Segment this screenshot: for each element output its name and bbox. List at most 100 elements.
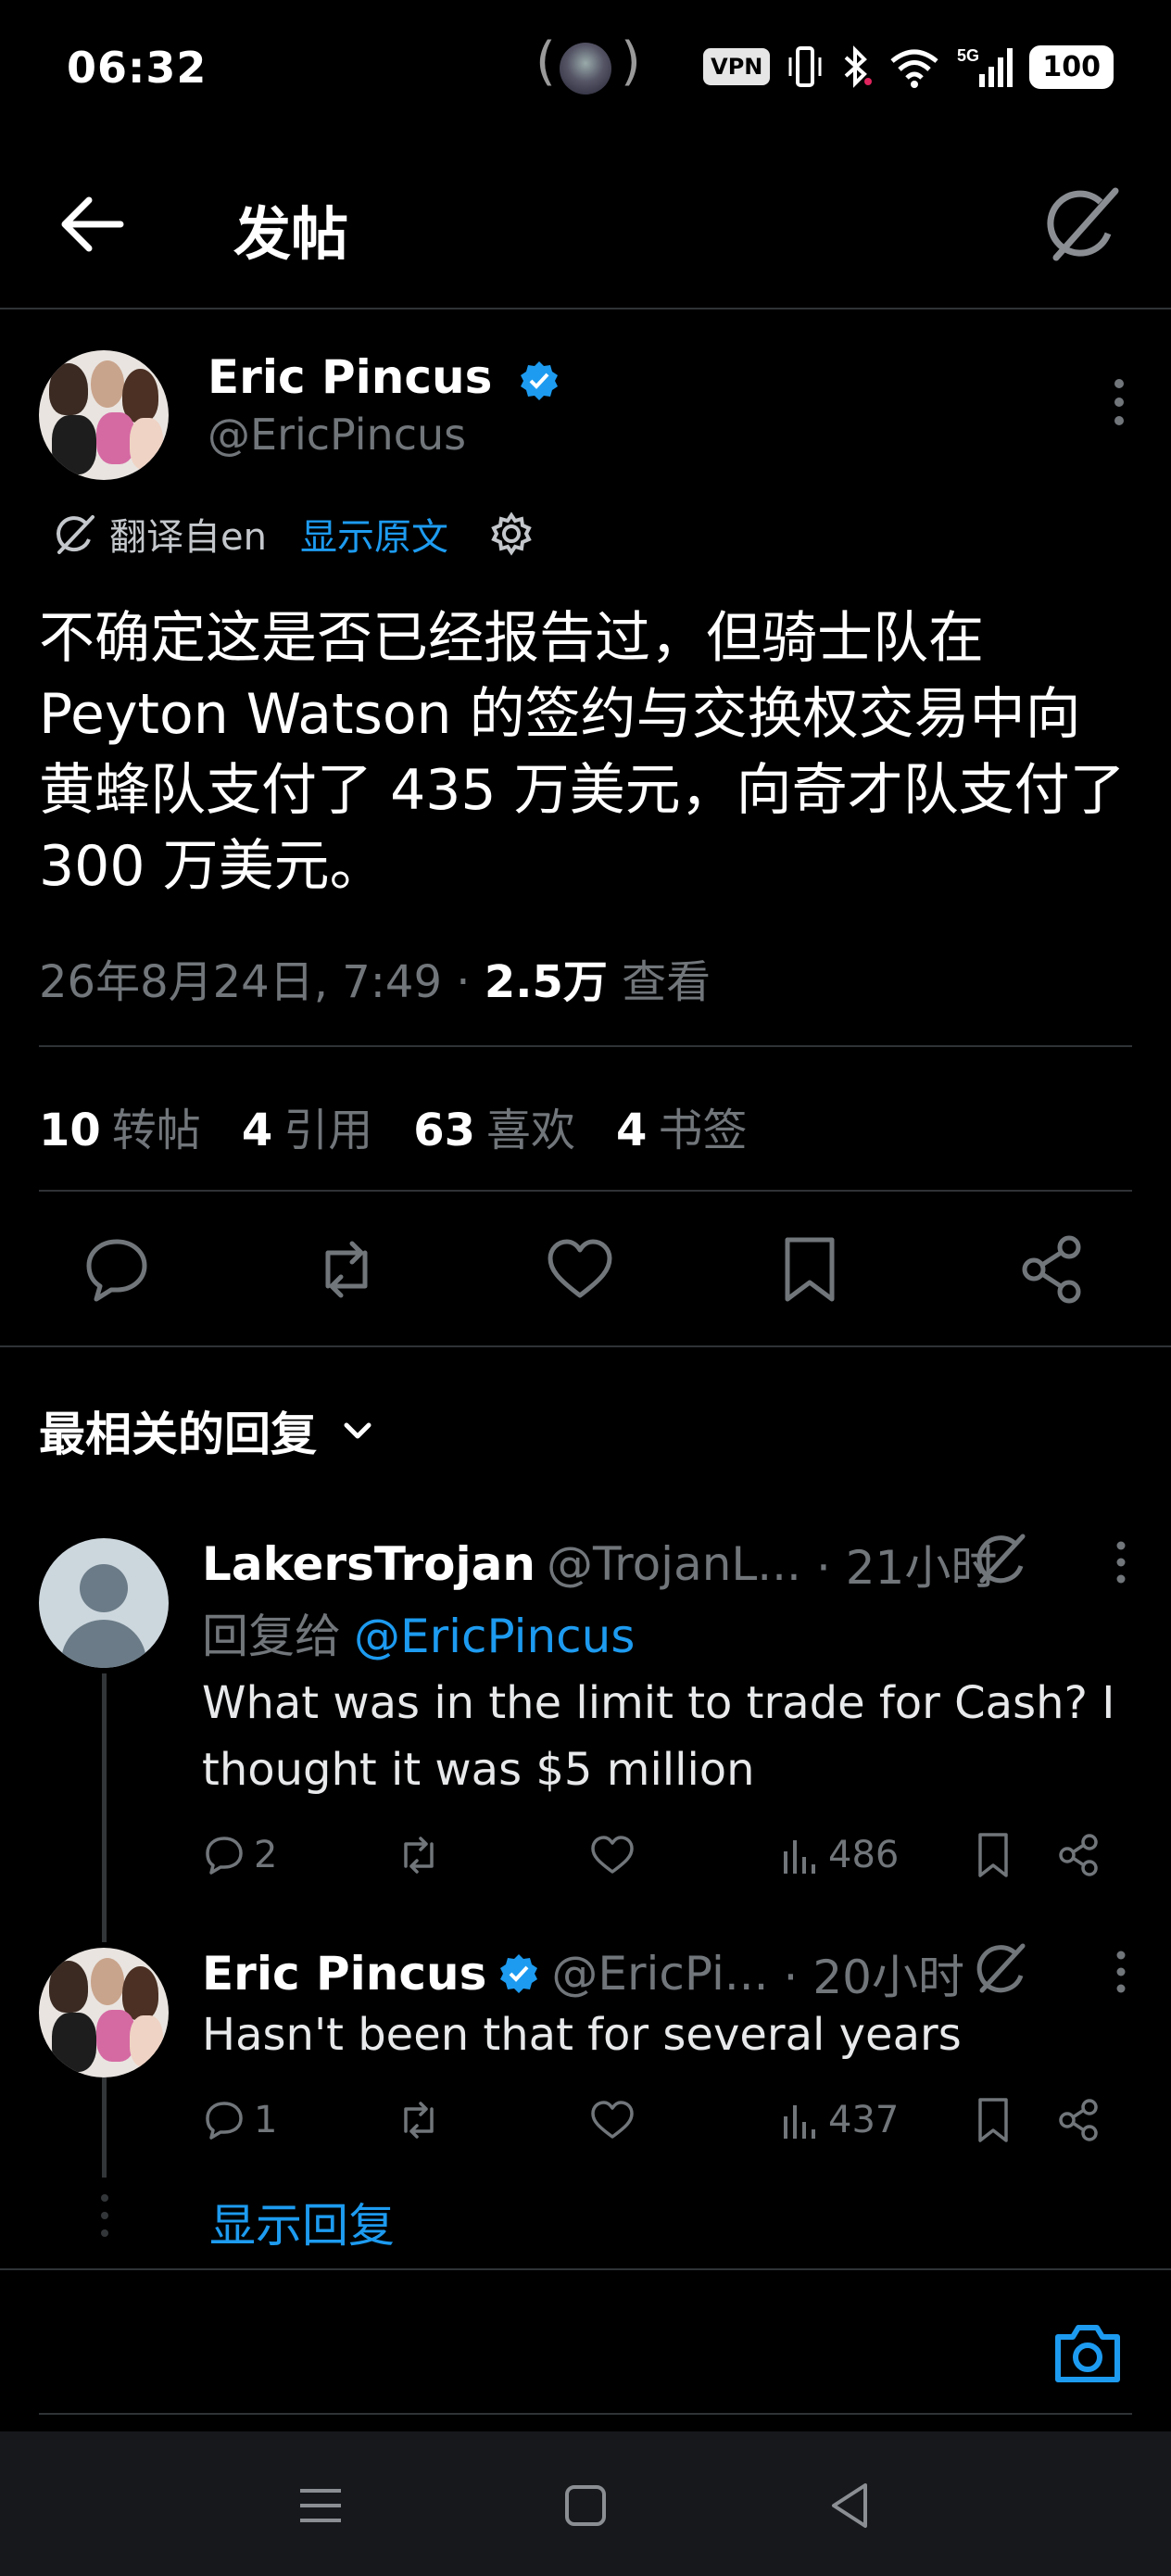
share-icon[interactable] bbox=[1015, 1232, 1089, 1307]
repost-icon[interactable] bbox=[395, 1833, 443, 1877]
repost-icon[interactable] bbox=[309, 1232, 384, 1307]
views-count: 437 bbox=[828, 2099, 900, 2141]
mention-link[interactable]: @EricPincus bbox=[354, 1610, 635, 1663]
views-chart-icon[interactable] bbox=[780, 2098, 821, 2142]
bookmarks-stat[interactable]: 4 书签 bbox=[616, 1093, 747, 1158]
translated-from-label: 翻译自en bbox=[109, 516, 267, 559]
replies-sort-label[interactable]: 最相关的回复 bbox=[39, 1397, 317, 1464]
reply-time: · 20小时 bbox=[783, 1951, 964, 2004]
home-icon[interactable] bbox=[556, 2476, 615, 2535]
repost-icon[interactable] bbox=[395, 2098, 443, 2142]
replies-sort-dropdown[interactable]: 最相关的回复 bbox=[39, 1397, 376, 1464]
show-original-link[interactable]: 显示原文 bbox=[300, 507, 448, 561]
tweet-action-bar bbox=[39, 1232, 1132, 1307]
chevron-down-icon[interactable] bbox=[339, 1412, 376, 1449]
like-icon[interactable] bbox=[543, 1232, 617, 1307]
views-label: 查看 bbox=[622, 956, 711, 1008]
camera-icon[interactable] bbox=[1051, 2317, 1125, 2391]
reply-author-name[interactable]: LakersTrojan bbox=[202, 1537, 535, 1591]
reply-button[interactable]: 2 bbox=[202, 1827, 277, 1883]
likes-stat[interactable]: 63 喜欢 bbox=[413, 1093, 575, 1158]
replying-to-prefix: 回复给 bbox=[202, 1610, 341, 1663]
avatar[interactable] bbox=[39, 1538, 169, 1668]
tweet-meta: 26年8月24日, 7:49 · 2.5万 查看 bbox=[39, 945, 711, 1010]
svg-text:5G: 5G bbox=[957, 46, 979, 65]
verified-badge-icon bbox=[520, 360, 558, 400]
views-button[interactable]: 486 bbox=[780, 1827, 899, 1883]
avatar bbox=[560, 43, 611, 95]
author-name[interactable]: Eric Pincus bbox=[208, 350, 560, 404]
more-options-icon[interactable] bbox=[1114, 1948, 1128, 1996]
reply-text: What was in the limit to trade for Cash?… bbox=[202, 1677, 1115, 1796]
tweet-body: 不确定这是否已经报告过，但骑士队在 Peyton Watson 的签约与交换权交… bbox=[39, 606, 1126, 899]
divider bbox=[39, 1190, 1132, 1192]
battery-icon: 100 bbox=[1029, 44, 1114, 89]
reposts-stat[interactable]: 10 转帖 bbox=[39, 1093, 201, 1158]
quotes-stat[interactable]: 4 引用 bbox=[242, 1093, 372, 1158]
reply-action-bar: 1 437 bbox=[202, 2092, 1128, 2148]
share-icon[interactable] bbox=[1056, 2092, 1102, 2148]
reply-compose-input[interactable] bbox=[39, 2298, 965, 2409]
gear-icon[interactable] bbox=[489, 511, 534, 556]
thread-line bbox=[102, 1673, 107, 1942]
reply-author-name[interactable]: Eric Pincus bbox=[202, 1947, 486, 2001]
status-icons: VPN 5G 100 bbox=[703, 41, 1114, 93]
cellular-signal-icon: 5G bbox=[957, 46, 1014, 87]
grok-icon[interactable] bbox=[1039, 182, 1123, 265]
divider bbox=[0, 1345, 1171, 1347]
reply-action-bar: 2 486 bbox=[202, 1827, 1128, 1883]
author-handle[interactable]: @EricPincus bbox=[208, 410, 466, 460]
menu-icon[interactable] bbox=[291, 2476, 350, 2535]
bookmark-icon[interactable] bbox=[975, 1827, 1012, 1883]
top-app-bar: 发帖 bbox=[0, 139, 1171, 309]
reply-icon[interactable] bbox=[202, 1833, 246, 1877]
back-icon[interactable] bbox=[821, 2476, 880, 2535]
page-title: 发帖 bbox=[233, 200, 349, 268]
status-time: 06:32 bbox=[67, 43, 208, 93]
reply-author-avatar[interactable] bbox=[39, 1948, 169, 2077]
status-floating-avatar: ( ) bbox=[535, 32, 641, 96]
show-replies-link[interactable]: 显示回复 bbox=[209, 2189, 395, 2255]
views-chart-icon[interactable] bbox=[780, 1833, 821, 1877]
translation-bar: 翻译自en 显示原文 bbox=[52, 506, 534, 562]
share-icon[interactable] bbox=[1056, 1827, 1102, 1883]
grok-icon[interactable] bbox=[973, 1938, 1030, 1996]
reply-text: Hasn't been that for several years bbox=[202, 2009, 962, 2061]
reply-icon[interactable] bbox=[202, 2098, 246, 2142]
status-bar: 06:32 ( ) VPN 5G 100 bbox=[0, 0, 1171, 139]
reply-author-handle[interactable]: @EricPi... bbox=[551, 1947, 768, 2001]
like-icon[interactable] bbox=[589, 2098, 636, 2142]
author-name-text[interactable]: Eric Pincus bbox=[208, 350, 492, 404]
vibrate-icon bbox=[788, 46, 822, 87]
tweet-timestamp: 26年8月24日, 7:49 bbox=[39, 956, 443, 1008]
like-button[interactable] bbox=[589, 2092, 636, 2148]
system-navigation-bar bbox=[0, 2431, 1171, 2576]
verified-badge-icon bbox=[500, 1954, 538, 1993]
views-button[interactable]: 437 bbox=[780, 2092, 899, 2148]
more-options-icon[interactable] bbox=[1110, 374, 1128, 430]
reply-count: 1 bbox=[254, 2099, 278, 2141]
back-arrow-icon[interactable] bbox=[56, 187, 130, 261]
wifi-icon bbox=[890, 49, 938, 88]
engagement-stats: 10 转帖 4 引用 63 喜欢 4 书签 bbox=[39, 1093, 747, 1158]
grok-icon bbox=[57, 515, 94, 554]
reply-button[interactable]: 1 bbox=[202, 2092, 277, 2148]
like-icon[interactable] bbox=[589, 1833, 636, 1877]
bluetooth-icon bbox=[845, 45, 873, 88]
bookmark-icon[interactable] bbox=[773, 1232, 847, 1307]
author-avatar[interactable] bbox=[39, 350, 169, 480]
meta-separator: · bbox=[456, 956, 471, 1008]
repost-button[interactable] bbox=[395, 2092, 443, 2148]
grok-icon[interactable] bbox=[973, 1529, 1030, 1586]
reply-icon[interactable] bbox=[80, 1232, 154, 1307]
more-options-icon[interactable] bbox=[1114, 1538, 1128, 1586]
views-count: 486 bbox=[828, 1834, 900, 1876]
bookmark-icon[interactable] bbox=[975, 2092, 1012, 2148]
divider bbox=[39, 1045, 1132, 1047]
like-button[interactable] bbox=[589, 1827, 636, 1883]
reply-count: 2 bbox=[254, 1834, 278, 1876]
reply-author-handle[interactable]: @TrojanL... bbox=[547, 1537, 801, 1591]
reply-time: · 21小时 bbox=[815, 1541, 998, 1595]
repost-button[interactable] bbox=[395, 1827, 443, 1883]
divider bbox=[0, 2268, 1171, 2270]
